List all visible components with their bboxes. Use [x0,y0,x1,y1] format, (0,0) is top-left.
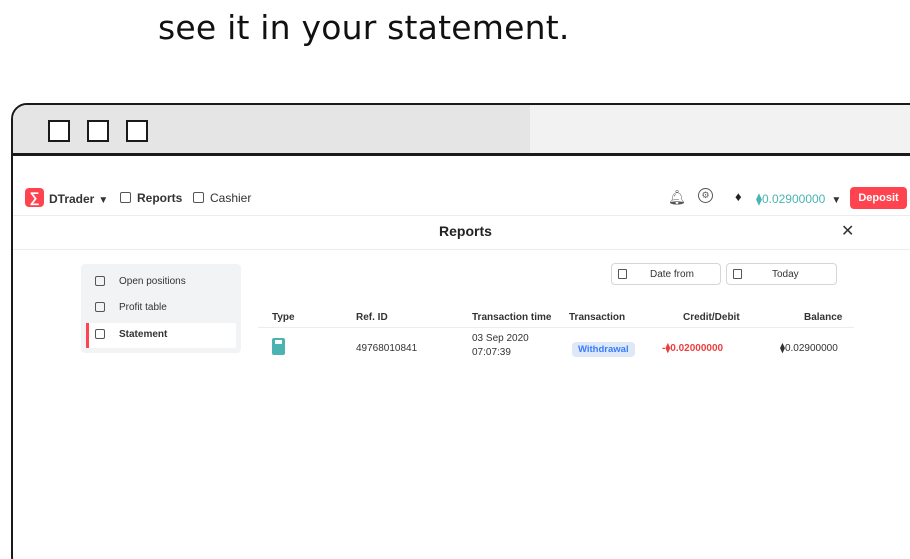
cashier-icon [193,192,204,203]
transaction-badge: Withdrawal [572,342,635,357]
table-row[interactable]: 49768010841 03 Sep 2020 07:07:39 Withdra… [258,329,854,369]
side-item-label: Statement [119,329,168,340]
notification-bell-icon[interactable]: 🔔︎ [668,189,686,206]
caption-text: see it in your statement. [158,8,570,47]
side-item-open-positions[interactable]: Open positions [81,270,241,295]
side-item-statement[interactable]: Statement [86,323,236,348]
reports-side-menu: Open positions Profit table Statement [81,264,241,353]
nav-cashier[interactable]: Cashier [193,191,251,205]
page-title: Reports [439,223,492,239]
side-item-label: Profit table [119,302,167,313]
column-header: Credit/Debit [683,312,740,323]
credit-debit-value: -⧫0.02000000 [662,343,724,354]
date-to-picker[interactable]: Today [726,263,837,285]
deriv-logo-icon[interactable]: ∑ [25,188,44,207]
column-header: Balance [804,312,843,323]
side-item-profit-table[interactable]: Profit table [81,296,241,321]
column-header: Type [272,312,295,323]
window-chrome [13,105,910,156]
active-indicator [86,323,89,348]
column-header: Transaction time [472,312,552,323]
calendar-icon [618,269,627,279]
nav-reports[interactable]: Reports [120,191,182,205]
column-header: Ref. ID [356,312,388,323]
reports-header: Reports ✕ [13,216,910,250]
platform-name: DTrader [49,192,95,206]
statement-icon [95,329,105,339]
nav-cashier-label: Cashier [210,191,252,205]
column-header: Transaction [569,312,626,323]
calendar-icon [733,269,742,279]
chevron-down-icon: ▼ [831,195,842,206]
side-item-label: Open positions [119,276,186,287]
open-positions-icon [95,276,105,286]
account-settings-icon[interactable]: ⚙ [698,188,713,203]
window-button-1[interactable] [48,120,70,142]
date-from-picker[interactable]: Date from [611,263,721,285]
date-to-label: Today [772,269,799,280]
withdrawal-icon [272,338,285,355]
account-balance-switcher[interactable]: ⧫0.02900000 ▼ [756,192,841,206]
ref-id: 49768010841 [356,343,418,354]
chevron-down-icon: ▼ [98,195,109,206]
close-icon[interactable]: ✕ [841,221,854,241]
balance-value: ⧫0.02900000 [780,343,838,354]
browser-window: ∑ DTrader ▼ Reports Cashier 🔔︎ ⚙ ♦ ⧫0.029… [11,103,910,559]
date-from-label: Date from [650,269,694,280]
statement-table-header: Type Ref. ID Transaction time Transactio… [258,308,854,328]
transaction-clock: 07:07:39 [472,347,511,358]
chrome-right-pane [530,105,910,153]
account-balance: 0.02900000 [761,192,826,206]
ethereum-icon: ♦ [735,189,742,204]
app-header: ∑ DTrader ▼ Reports Cashier 🔔︎ ⚙ ♦ ⧫0.029… [13,182,910,216]
window-button-3[interactable] [126,120,148,142]
platform-switcher[interactable]: DTrader ▼ [49,192,108,206]
deposit-button[interactable]: Deposit [850,187,907,209]
profit-table-icon [95,302,105,312]
transaction-date: 03 Sep 2020 [472,333,529,344]
nav-reports-label: Reports [137,191,183,205]
window-button-2[interactable] [87,120,109,142]
reports-icon [120,192,131,203]
